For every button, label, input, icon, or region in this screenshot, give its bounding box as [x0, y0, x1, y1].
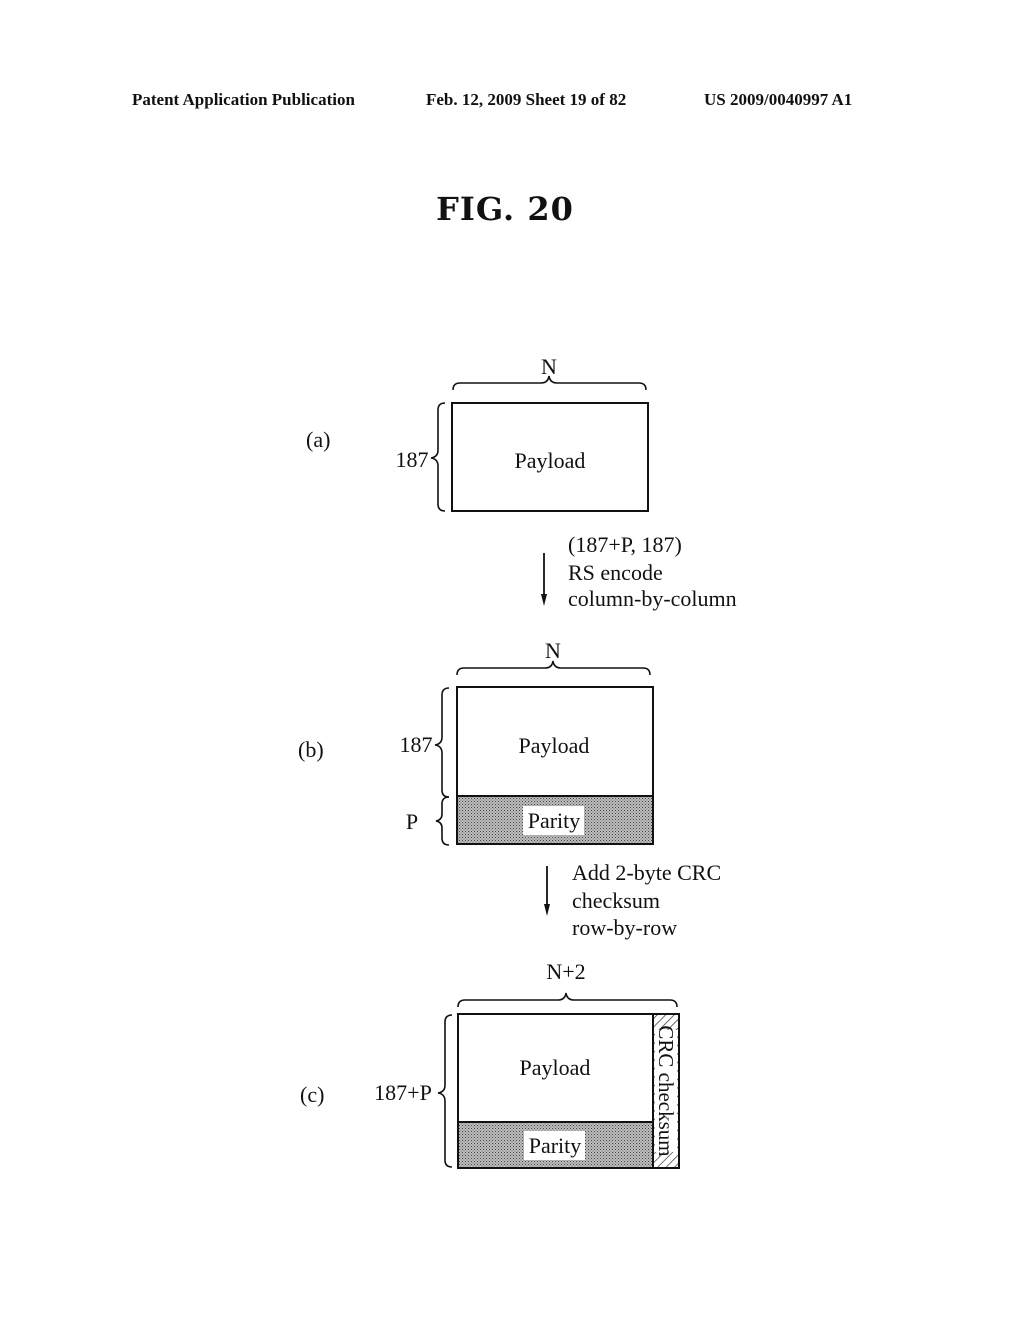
panel-c-payload-label: Payload [520, 1055, 591, 1080]
panel-c-parity-label: Parity [529, 1133, 582, 1158]
fig20-diagram: (a) N 187 Payload (187+P, 187) RS encode… [298, 354, 737, 1169]
panel-a-height-brace [430, 402, 446, 512]
panel-a-label: (a) [306, 427, 330, 452]
panel-b-label: (b) [298, 737, 324, 762]
panel-b-payload-label: Payload [519, 733, 590, 758]
panel-c-width-brace [457, 992, 678, 1008]
step2-add-crc: Add 2-byte CRC checksum row-by-row [544, 860, 721, 940]
panel-b-payload-height-brace [434, 687, 450, 798]
panel-c-width-label: N+2 [546, 959, 585, 984]
panel-c-height-brace [437, 1014, 453, 1168]
panel-b-width-brace [456, 660, 651, 676]
panel-a-height-label: 187 [396, 447, 429, 472]
step1-line-2: RS encode [568, 560, 663, 585]
panel-a: (a) N 187 Payload [306, 354, 649, 512]
panel-a-width-label: N [541, 354, 557, 379]
step1-line-1: (187+P, 187) [568, 532, 682, 557]
step1-arrow-head-icon [541, 594, 547, 606]
step2-arrow-head-icon [544, 904, 550, 916]
step2-line-2: checksum [572, 888, 660, 913]
panel-c-crc-label: CRC checksum [654, 1025, 678, 1156]
panel-c-height-label: 187+P [374, 1080, 432, 1105]
panel-b-parity-height-brace [435, 796, 450, 846]
step1-line-3: column-by-column [568, 586, 737, 611]
step1-rs-encode: (187+P, 187) RS encode column-by-column [541, 532, 737, 611]
panel-b-parity-height-label: P [406, 809, 418, 834]
panel-b: (b) N 187 P Payload Parity [298, 638, 654, 846]
panel-a-width-brace [452, 375, 647, 391]
step2-line-1: Add 2-byte CRC [572, 860, 721, 885]
step2-line-3: row-by-row [572, 915, 677, 940]
panel-b-width-label: N [545, 638, 561, 663]
panel-b-parity-label: Parity [528, 808, 581, 833]
panel-a-payload-label: Payload [515, 448, 586, 473]
panel-c: (c) N+2 187+P CRC checksum Payload Parit… [300, 959, 680, 1169]
panel-c-label: (c) [300, 1082, 324, 1107]
panel-b-payload-height-label: 187 [400, 732, 433, 757]
